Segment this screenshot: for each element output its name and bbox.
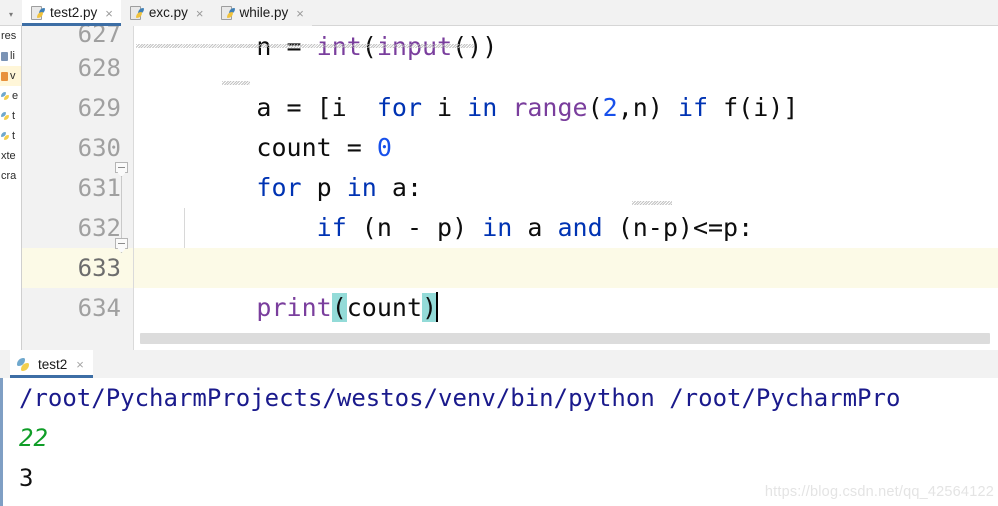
pycharm-window: ▾ test2.py × exc.py × while.py × res li … — [0, 0, 998, 506]
code-line[interactable]: count = 0 — [134, 88, 998, 162]
project-tree-item-label: e — [12, 90, 19, 102]
editor-tab-close-icon[interactable]: × — [296, 7, 304, 20]
console-command-line: /root/PycharmProjects/westos/venv/bin/py… — [19, 384, 901, 412]
editor-tab-while[interactable]: while.py × — [211, 0, 312, 26]
python-file-icon — [129, 6, 144, 20]
watermark-text: https://blog.csdn.net/qq_42564122 — [764, 484, 994, 500]
editor-tab-exc[interactable]: exc.py × — [120, 0, 212, 26]
project-tree-item-label: res — [1, 30, 17, 42]
tab-overflow-chevron-icon[interactable]: ▾ — [0, 0, 22, 25]
code-line[interactable]: for p in a: — [134, 128, 998, 202]
run-tab-bar: test2 × — [0, 350, 998, 378]
code-folding-column[interactable] — [112, 26, 134, 350]
code-line[interactable]: count += 1 — [134, 208, 998, 282]
project-tree-sliver[interactable]: res li v e t t xte cra — [0, 26, 22, 350]
folder-square-icon — [1, 51, 8, 61]
editor-tab-close-icon[interactable]: × — [196, 7, 204, 20]
code-text-area[interactable]: n = int(input()) a = [i for i in range(2… — [134, 26, 998, 350]
editor-tab-label: exc.py — [148, 5, 188, 20]
project-tree-item[interactable]: t — [0, 106, 21, 126]
project-tree-item-label: xte — [1, 150, 16, 162]
code-editor: res li v e t t xte cra 627 628 629 630 6… — [0, 26, 998, 350]
project-tree-item-label: v — [10, 70, 16, 82]
project-tree-item-label: li — [10, 50, 15, 62]
editor-horizontal-scrollbar[interactable] — [134, 333, 996, 344]
python-file-icon — [220, 6, 235, 20]
python-file-icon — [1, 91, 10, 101]
run-tab-close-icon[interactable]: × — [76, 358, 84, 371]
project-tree-item-label: t — [12, 110, 16, 122]
project-tree-item-label: cra — [1, 170, 17, 182]
project-tree-item[interactable]: e — [0, 86, 21, 106]
warning-squiggle-underline — [222, 81, 250, 85]
console-input-echo-line: 22 — [19, 424, 48, 452]
code-line[interactable]: a = [i for i in range(2,n) if f(i)] — [134, 48, 998, 122]
run-tab-label: test2 — [38, 356, 68, 372]
python-file-icon — [31, 6, 45, 20]
editor-tab-close-icon[interactable]: × — [105, 7, 113, 20]
python-file-icon — [1, 131, 10, 141]
project-tree-item[interactable]: v — [0, 66, 21, 86]
run-tab-test2[interactable]: test2 × — [10, 350, 93, 378]
fold-collapse-end-icon[interactable] — [115, 238, 130, 253]
project-tree-item[interactable]: cra — [0, 166, 21, 186]
fold-region-line — [121, 176, 122, 246]
scrollbar-thumb[interactable] — [140, 333, 990, 344]
project-tree-item[interactable]: li — [0, 46, 21, 66]
folder-square-icon — [1, 71, 8, 81]
python-file-icon — [1, 111, 10, 121]
code-line[interactable] — [134, 288, 998, 328]
code-line[interactable]: if (n - p) in a and (n-p)<=p: — [134, 168, 998, 248]
editor-tab-label: while.py — [239, 5, 289, 20]
code-line-current[interactable]: print(count) — [134, 248, 998, 322]
editor-tab-label: test2.py — [50, 5, 98, 20]
warning-squiggle-underline — [632, 201, 672, 205]
project-tree-item[interactable]: t — [0, 126, 21, 146]
run-tool-window: test2 × /root/PycharmProjects/westos/ven… — [0, 350, 998, 506]
editor-tab-test2[interactable]: test2.py × — [22, 0, 121, 26]
editor-tab-bar: ▾ test2.py × exc.py × while.py × — [0, 0, 998, 26]
python-run-icon — [17, 357, 32, 372]
fold-collapse-icon[interactable] — [115, 162, 130, 177]
code-line[interactable]: n = int(input()) — [134, 26, 998, 59]
project-tree-item-label: t — [12, 130, 16, 142]
project-tree-item[interactable]: xte — [0, 146, 21, 166]
project-tree-item[interactable]: res — [0, 26, 21, 46]
